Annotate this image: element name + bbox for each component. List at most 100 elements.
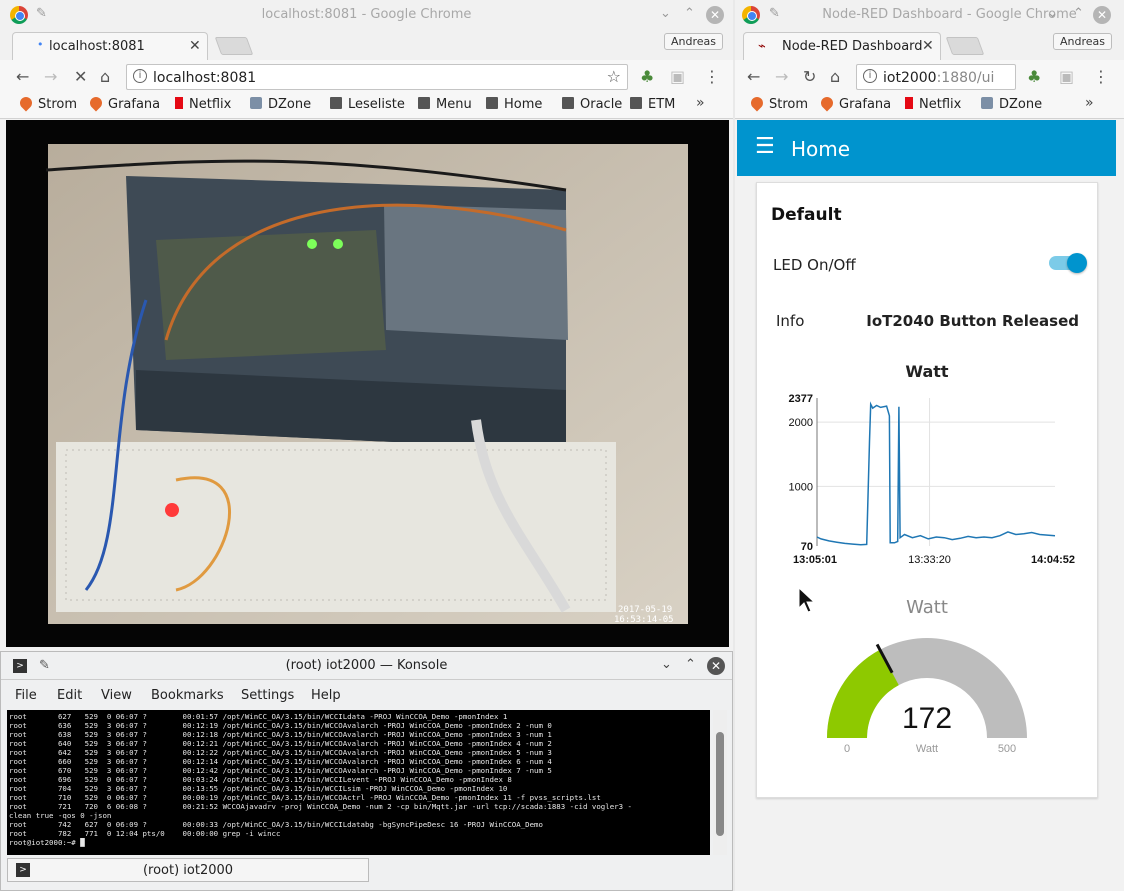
left-window-titlebar[interactable]: ✎ localhost:8081 - Google Chrome ⌄ ⌃ ✕ bbox=[0, 0, 733, 30]
right-toolbar: ← → ↻ ⌂ i iot2000:1880/ui ♣ ▣ ⋮ bbox=[735, 60, 1124, 93]
home-icon[interactable]: ⌂ bbox=[100, 67, 110, 86]
terminal-line: root 627 529 0 06:07 ? 00:01:57 /opt/Win… bbox=[9, 712, 508, 721]
menu-kebab-icon[interactable]: ⋮ bbox=[704, 67, 720, 86]
dashboard-group-card: Default LED On/Off Info IoT2040 Button R… bbox=[756, 182, 1098, 798]
url-path: :1880/ui bbox=[936, 70, 995, 86]
menu-bookmarks[interactable]: Bookmarks bbox=[151, 688, 224, 703]
terminal-output[interactable]: root 627 529 0 06:07 ? 00:01:57 /opt/Win… bbox=[7, 710, 710, 855]
scrollbar-thumb[interactable] bbox=[716, 732, 724, 836]
tab-close-icon[interactable]: ✕ bbox=[922, 38, 934, 54]
reload-icon[interactable]: ↻ bbox=[803, 67, 816, 86]
extension-icon[interactable]: ♣ bbox=[1027, 67, 1041, 86]
bookmark-label: Strom bbox=[38, 97, 78, 112]
rss-icon[interactable]: ▣ bbox=[1059, 67, 1074, 86]
left-tabstrip: • localhost:8081 ✕ Andreas bbox=[0, 30, 733, 60]
menu-view[interactable]: View bbox=[101, 688, 132, 703]
hamburger-menu-icon[interactable]: ☰ bbox=[755, 134, 775, 159]
webcam-view: 2017-05-19 16:53:14-05 bbox=[6, 120, 729, 647]
home-icon[interactable]: ⌂ bbox=[830, 67, 840, 86]
info-icon[interactable]: i bbox=[133, 69, 147, 83]
maximize-icon[interactable]: ⌃ bbox=[685, 657, 696, 672]
new-tab-button[interactable] bbox=[214, 37, 254, 55]
konsole-window: > ✎ (root) iot2000 — Konsole ⌄ ⌃ ✕ File E… bbox=[0, 651, 733, 891]
tab-label: Node-RED Dashboard bbox=[782, 39, 923, 54]
bookmark-strom[interactable]: Strom bbox=[17, 94, 78, 112]
bookmark-etm[interactable]: ETM bbox=[630, 97, 675, 112]
watt-line-chart: 2377 2000 1000 7013:05:01 13:33:20 14:04:52 bbox=[789, 393, 1076, 566]
url-text: localhost:8081 bbox=[153, 70, 257, 86]
bookmark-netflix[interactable]: Netflix bbox=[175, 97, 231, 112]
tab-label: localhost:8081 bbox=[49, 39, 145, 54]
terminal-scrollbar[interactable] bbox=[713, 710, 727, 855]
tab-node-red[interactable]: ⌁ Node-RED Dashboard ✕ bbox=[743, 32, 941, 60]
right-window-titlebar[interactable]: ✎ Node-RED Dashboard - Google Chrome ⌄ ⌃… bbox=[735, 0, 1124, 30]
bookmark-grafana[interactable]: Grafana bbox=[87, 94, 161, 112]
bookmark-label: Grafana bbox=[108, 97, 161, 112]
back-icon[interactable]: ← bbox=[16, 67, 29, 86]
address-bar[interactable]: i localhost:8081 ☆ bbox=[126, 64, 628, 90]
chart-title: Watt bbox=[905, 362, 949, 381]
konsole-titlebar[interactable]: > ✎ (root) iot2000 — Konsole ⌄ ⌃ ✕ bbox=[1, 652, 732, 680]
bookmark-netflix[interactable]: Netflix bbox=[905, 97, 961, 112]
terminal-line: root 636 529 3 06:07 ? 00:12:19 /opt/Win… bbox=[9, 721, 552, 730]
menu-edit[interactable]: Edit bbox=[57, 688, 82, 703]
bookmark-label: ETM bbox=[648, 97, 676, 112]
konsole-tab[interactable]: > (root) iot2000 bbox=[7, 858, 369, 882]
bookmark-home[interactable]: Home bbox=[486, 97, 542, 112]
mouse-cursor-icon bbox=[798, 586, 816, 613]
extension-icon[interactable]: ♣ bbox=[640, 67, 654, 86]
forward-icon[interactable]: → bbox=[775, 67, 788, 86]
bookmark-star-icon[interactable]: ☆ bbox=[607, 67, 621, 86]
back-icon[interactable]: ← bbox=[747, 67, 760, 86]
terminal-line: clean true -qos 0 -json bbox=[9, 811, 112, 820]
bookmark-grafana[interactable]: Grafana bbox=[818, 94, 891, 112]
maximize-icon[interactable]: ⌃ bbox=[684, 6, 695, 21]
new-tab-button[interactable] bbox=[945, 37, 985, 55]
folder-icon bbox=[486, 97, 498, 109]
minimize-icon[interactable]: ⌄ bbox=[1047, 6, 1058, 21]
more-bookmarks-icon[interactable]: » bbox=[696, 95, 705, 111]
menu-file[interactable]: File bbox=[15, 688, 37, 703]
menu-help[interactable]: Help bbox=[311, 688, 341, 703]
flame-icon bbox=[87, 94, 105, 112]
bookmark-label: Oracle bbox=[580, 97, 623, 112]
minimize-icon[interactable]: ⌄ bbox=[661, 657, 672, 672]
bookmark-dzone[interactable]: DZone bbox=[250, 97, 311, 112]
right-window-title: Node-RED Dashboard - Google Chrome bbox=[822, 7, 1077, 22]
close-window-button[interactable]: ✕ bbox=[1093, 6, 1111, 24]
profile-button[interactable]: Andreas bbox=[1053, 33, 1112, 50]
terminal-line: root 721 720 6 06:08 ? 00:21:52 WCCOAjav… bbox=[9, 802, 632, 811]
forward-icon[interactable]: → bbox=[44, 67, 57, 86]
bookmark-dzone[interactable]: DZone bbox=[981, 97, 1042, 112]
bookmark-leseliste[interactable]: Leseliste bbox=[330, 97, 405, 112]
menu-settings[interactable]: Settings bbox=[241, 688, 294, 703]
close-window-button[interactable]: ✕ bbox=[707, 657, 725, 675]
right-browser-window: ✎ Node-RED Dashboard - Google Chrome ⌄ ⌃… bbox=[735, 0, 1124, 891]
menu-kebab-icon[interactable]: ⋮ bbox=[1093, 67, 1109, 86]
profile-button[interactable]: Andreas bbox=[664, 33, 723, 50]
tab-localhost[interactable]: • localhost:8081 ✕ bbox=[12, 32, 208, 60]
y-tick-label: 2377 bbox=[789, 393, 813, 405]
minimize-icon[interactable]: ⌄ bbox=[660, 6, 671, 21]
stop-icon[interactable]: ✕ bbox=[74, 67, 87, 86]
address-bar[interactable]: i iot2000:1880/ui bbox=[856, 64, 1016, 90]
led-toggle-switch[interactable] bbox=[1049, 253, 1087, 273]
maximize-icon[interactable]: ⌃ bbox=[1073, 6, 1084, 21]
info-icon[interactable]: i bbox=[863, 69, 877, 83]
gauge-units: Watt bbox=[916, 743, 938, 755]
close-window-button[interactable]: ✕ bbox=[706, 6, 724, 24]
bookmark-strom[interactable]: Strom bbox=[748, 94, 808, 112]
webcam-time: 16:53:14-05 bbox=[614, 615, 674, 625]
bookmark-menu[interactable]: Menu bbox=[418, 97, 472, 112]
gauge-max: 500 bbox=[998, 743, 1016, 755]
terminal-line: root 696 529 0 06:07 ? 00:03:24 /opt/Win… bbox=[9, 775, 512, 784]
right-tabstrip: ⌁ Node-RED Dashboard ✕ Andreas bbox=[735, 30, 1124, 60]
bookmark-oracle[interactable]: Oracle bbox=[562, 97, 622, 112]
rss-icon[interactable]: ▣ bbox=[670, 67, 685, 86]
switch-knob[interactable] bbox=[1067, 253, 1087, 273]
more-bookmarks-icon[interactable]: » bbox=[1085, 95, 1094, 111]
webcam-date: 2017-05-19 bbox=[618, 605, 672, 615]
node-red-icon: ⌁ bbox=[758, 39, 766, 54]
chrome-logo-icon bbox=[742, 6, 760, 24]
tab-close-icon[interactable]: ✕ bbox=[189, 38, 201, 54]
